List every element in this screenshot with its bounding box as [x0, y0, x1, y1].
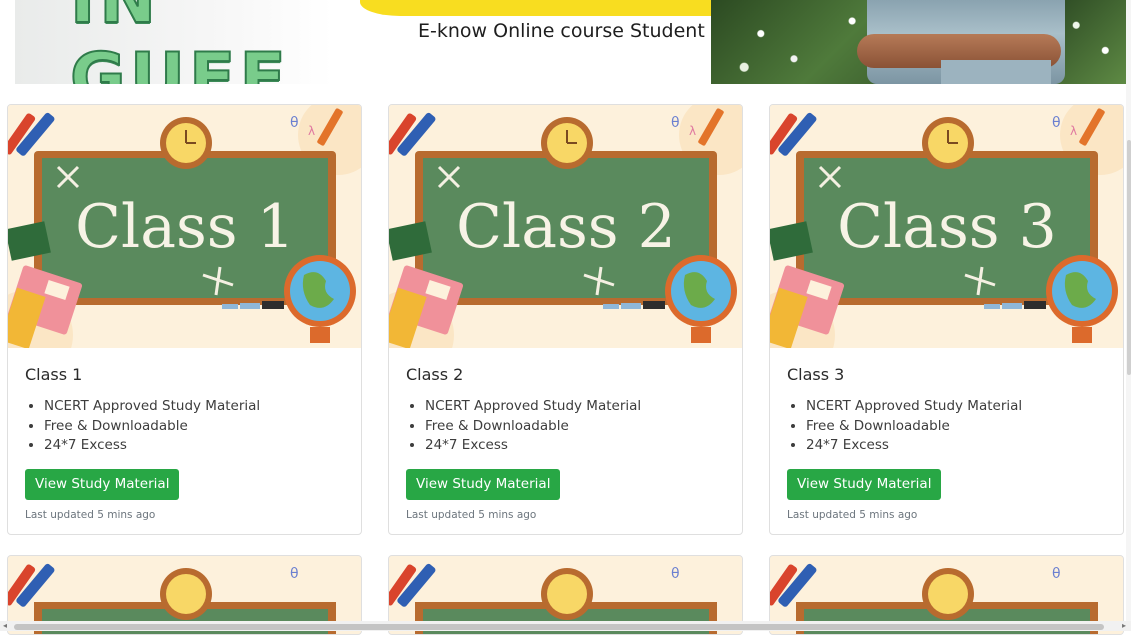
scroll-right-arrow-icon[interactable]: ▸: [1119, 621, 1129, 631]
svg-text:θ: θ: [1052, 115, 1061, 131]
svg-text:θ: θ: [1052, 566, 1061, 582]
chalkboard-label: Class 1: [75, 192, 295, 262]
banner-subtitle: E-know Online course Student: [418, 20, 705, 42]
feature-item: NCERT Approved Study Material: [806, 397, 1113, 417]
feature-item: NCERT Approved Study Material: [44, 397, 351, 417]
card-title: Class 1: [25, 365, 83, 384]
svg-text:θ: θ: [290, 566, 299, 582]
chalkboard-illustration: Class 2 θ λ: [389, 105, 742, 348]
svg-text:θ: θ: [671, 566, 680, 582]
clock-icon: [160, 568, 212, 620]
last-updated-text: Last updated 5 mins ago: [406, 508, 537, 521]
view-study-material-button[interactable]: View Study Material: [406, 468, 561, 500]
banner-logo-area: IN GUEE: [15, 0, 333, 84]
student-photo: [711, 0, 1126, 84]
card-title: Class 3: [787, 365, 845, 384]
svg-text:λ: λ: [1070, 124, 1077, 138]
view-study-material-button[interactable]: View Study Material: [25, 468, 180, 500]
feature-list: NCERT Approved Study Material Free & Dow…: [787, 397, 1113, 456]
feature-item: NCERT Approved Study Material: [425, 397, 732, 417]
class-card-image[interactable]: Class 2 θ λ: [389, 105, 742, 348]
card-title: Class 2: [406, 365, 464, 384]
vertical-scrollbar-thumb[interactable]: [1127, 140, 1131, 375]
last-updated-text: Last updated 5 mins ago: [25, 508, 156, 521]
feature-list: NCERT Approved Study Material Free & Dow…: [406, 397, 732, 456]
clock-icon: [922, 568, 974, 620]
clock-icon: [922, 117, 974, 169]
feature-item: 24*7 Excess: [425, 436, 732, 456]
class-card-image[interactable]: Class 3 θ λ: [770, 105, 1123, 348]
feature-item: Free & Downloadable: [425, 417, 732, 437]
chalkboard-label: Class 3: [837, 192, 1057, 262]
clock-icon: [541, 568, 593, 620]
class-card-1: Class 1 θ λ Class 1 • NCERT Approved Stu…: [7, 104, 362, 535]
student-shirt: [941, 60, 1051, 84]
feature-item: 24*7 Excess: [44, 436, 351, 456]
horizontal-scrollbar-thumb[interactable]: [14, 624, 1104, 630]
feature-list: NCERT Approved Study Material Free & Dow…: [25, 397, 351, 456]
view-study-material-button[interactable]: View Study Material: [787, 468, 942, 500]
last-updated-text: Last updated 5 mins ago: [787, 508, 918, 521]
feature-item: 24*7 Excess: [806, 436, 1113, 456]
svg-text:λ: λ: [308, 124, 315, 138]
svg-text:λ: λ: [689, 124, 696, 138]
feature-item: Free & Downloadable: [806, 417, 1113, 437]
clock-icon: [541, 117, 593, 169]
chalkboard-illustration: Class 3 θ λ: [770, 105, 1123, 348]
feature-item: Free & Downloadable: [44, 417, 351, 437]
class-card-2: Class 2 θ λ Class 2 • NCERT Approved Stu…: [388, 104, 743, 535]
chalkboard-label: Class 2: [456, 192, 676, 262]
svg-text:θ: θ: [671, 115, 680, 131]
banner-big-text: IN GUEE: [69, 0, 290, 84]
hero-banner: IN GUEE E-know Online course Student: [0, 0, 1126, 92]
chalkboard-illustration: Class 1 θ λ: [8, 105, 361, 348]
class-card-3: Class 3 θ λ Class 3 • NCERT Approved Stu…: [769, 104, 1124, 535]
svg-text:θ: θ: [290, 115, 299, 131]
scroll-left-arrow-icon[interactable]: ◂: [0, 621, 10, 631]
class-card-image[interactable]: Class 1 θ λ: [8, 105, 361, 348]
clock-icon: [160, 117, 212, 169]
